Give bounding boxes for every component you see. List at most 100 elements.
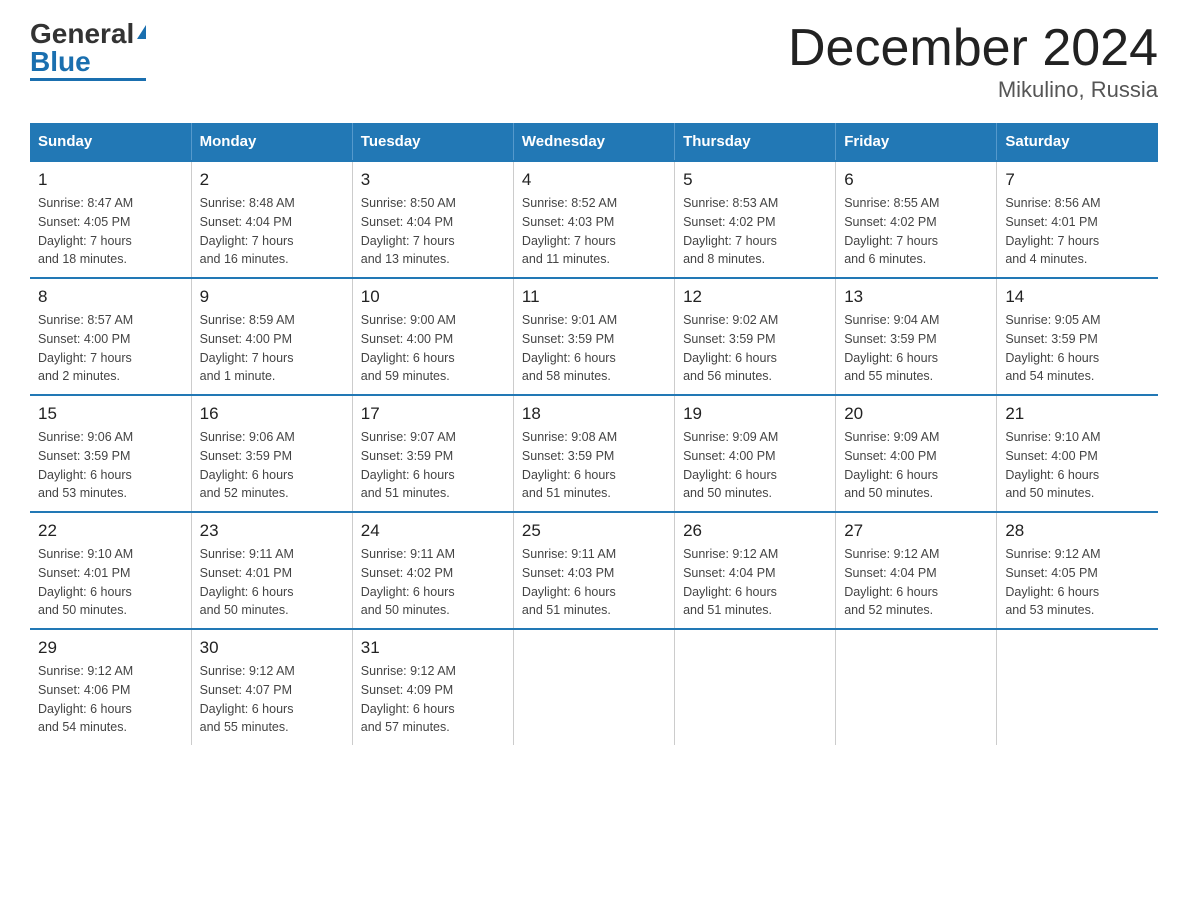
day-number: 27 bbox=[844, 521, 988, 541]
calendar-cell bbox=[997, 629, 1158, 745]
day-info: Sunrise: 9:11 AM Sunset: 4:01 PM Dayligh… bbox=[200, 545, 344, 620]
day-info: Sunrise: 9:10 AM Sunset: 4:00 PM Dayligh… bbox=[1005, 428, 1150, 503]
day-info: Sunrise: 9:06 AM Sunset: 3:59 PM Dayligh… bbox=[38, 428, 183, 503]
day-number: 22 bbox=[38, 521, 183, 541]
calendar-cell: 4Sunrise: 8:52 AM Sunset: 4:03 PM Daylig… bbox=[513, 161, 674, 278]
day-info: Sunrise: 8:56 AM Sunset: 4:01 PM Dayligh… bbox=[1005, 194, 1150, 269]
day-number: 29 bbox=[38, 638, 183, 658]
calendar-cell: 11 Sunrise: 9:01 AM Sunset: 3:59 PM Dayli… bbox=[513, 278, 674, 395]
weekday-header-thursday: Thursday bbox=[675, 123, 836, 161]
calendar-cell: 14 Sunrise: 9:05 AM Sunset: 3:59 PM Dayli… bbox=[997, 278, 1158, 395]
calendar-cell: 13 Sunrise: 9:04 AM Sunset: 3:59 PM Dayli… bbox=[836, 278, 997, 395]
calendar-cell bbox=[675, 629, 836, 745]
title-block: December 2024 Mikulino, Russia bbox=[788, 20, 1158, 103]
day-number: 19 bbox=[683, 404, 827, 424]
calendar-cell: 21 Sunrise: 9:10 AM Sunset: 4:00 PM Dayli… bbox=[997, 395, 1158, 512]
calendar-cell: 25 Sunrise: 9:11 AM Sunset: 4:03 PM Dayli… bbox=[513, 512, 674, 629]
day-number: 4 bbox=[522, 170, 666, 190]
day-number: 14 bbox=[1005, 287, 1150, 307]
day-number: 12 bbox=[683, 287, 827, 307]
logo-underline bbox=[30, 78, 146, 81]
day-number: 28 bbox=[1005, 521, 1150, 541]
calendar-cell: 1 Sunrise: 8:47 AM Sunset: 4:05 PM Daylig… bbox=[30, 161, 191, 278]
calendar-location: Mikulino, Russia bbox=[788, 77, 1158, 103]
calendar-cell: 29 Sunrise: 9:12 AM Sunset: 4:06 PM Dayli… bbox=[30, 629, 191, 745]
weekday-header-tuesday: Tuesday bbox=[352, 123, 513, 161]
day-info: Sunrise: 9:07 AM Sunset: 3:59 PM Dayligh… bbox=[361, 428, 505, 503]
weekday-header-friday: Friday bbox=[836, 123, 997, 161]
calendar-cell: 23 Sunrise: 9:11 AM Sunset: 4:01 PM Dayli… bbox=[191, 512, 352, 629]
day-number: 13 bbox=[844, 287, 988, 307]
day-number: 25 bbox=[522, 521, 666, 541]
day-number: 2 bbox=[200, 170, 344, 190]
day-number: 15 bbox=[38, 404, 183, 424]
day-info: Sunrise: 9:01 AM Sunset: 3:59 PM Dayligh… bbox=[522, 311, 666, 386]
day-info: Sunrise: 9:02 AM Sunset: 3:59 PM Dayligh… bbox=[683, 311, 827, 386]
calendar-cell bbox=[836, 629, 997, 745]
day-info: Sunrise: 8:47 AM Sunset: 4:05 PM Dayligh… bbox=[38, 194, 183, 269]
calendar-cell: 7 Sunrise: 8:56 AM Sunset: 4:01 PM Daylig… bbox=[997, 161, 1158, 278]
day-number: 6 bbox=[844, 170, 988, 190]
calendar-week-row: 15 Sunrise: 9:06 AM Sunset: 3:59 PM Dayli… bbox=[30, 395, 1158, 512]
calendar-week-row: 29 Sunrise: 9:12 AM Sunset: 4:06 PM Dayli… bbox=[30, 629, 1158, 745]
day-info: Sunrise: 9:10 AM Sunset: 4:01 PM Dayligh… bbox=[38, 545, 183, 620]
day-number: 30 bbox=[200, 638, 344, 658]
day-number: 31 bbox=[361, 638, 505, 658]
day-info: Sunrise: 8:50 AM Sunset: 4:04 PM Dayligh… bbox=[361, 194, 505, 269]
calendar-week-row: 1 Sunrise: 8:47 AM Sunset: 4:05 PM Daylig… bbox=[30, 161, 1158, 278]
day-number: 17 bbox=[361, 404, 505, 424]
day-number: 7 bbox=[1005, 170, 1150, 190]
calendar-cell: 22 Sunrise: 9:10 AM Sunset: 4:01 PM Dayli… bbox=[30, 512, 191, 629]
calendar-cell: 6 Sunrise: 8:55 AM Sunset: 4:02 PM Daylig… bbox=[836, 161, 997, 278]
calendar-cell: 19 Sunrise: 9:09 AM Sunset: 4:00 PM Dayli… bbox=[675, 395, 836, 512]
calendar-cell: 18Sunrise: 9:08 AM Sunset: 3:59 PM Dayli… bbox=[513, 395, 674, 512]
calendar-cell: 8Sunrise: 8:57 AM Sunset: 4:00 PM Daylig… bbox=[30, 278, 191, 395]
calendar-cell: 10Sunrise: 9:00 AM Sunset: 4:00 PM Dayli… bbox=[352, 278, 513, 395]
weekday-header-wednesday: Wednesday bbox=[513, 123, 674, 161]
day-info: Sunrise: 9:12 AM Sunset: 4:06 PM Dayligh… bbox=[38, 662, 183, 737]
day-number: 18 bbox=[522, 404, 666, 424]
day-number: 26 bbox=[683, 521, 827, 541]
weekday-header-sunday: Sunday bbox=[30, 123, 191, 161]
day-number: 20 bbox=[844, 404, 988, 424]
calendar-cell: 12 Sunrise: 9:02 AM Sunset: 3:59 PM Dayli… bbox=[675, 278, 836, 395]
calendar-cell: 26Sunrise: 9:12 AM Sunset: 4:04 PM Dayli… bbox=[675, 512, 836, 629]
day-info: Sunrise: 8:59 AM Sunset: 4:00 PM Dayligh… bbox=[200, 311, 344, 386]
day-info: Sunrise: 8:53 AM Sunset: 4:02 PM Dayligh… bbox=[683, 194, 827, 269]
calendar-cell: 5Sunrise: 8:53 AM Sunset: 4:02 PM Daylig… bbox=[675, 161, 836, 278]
calendar-cell: 2 Sunrise: 8:48 AM Sunset: 4:04 PM Daylig… bbox=[191, 161, 352, 278]
calendar-cell: 17 Sunrise: 9:07 AM Sunset: 3:59 PM Dayli… bbox=[352, 395, 513, 512]
day-number: 23 bbox=[200, 521, 344, 541]
calendar-cell: 16Sunrise: 9:06 AM Sunset: 3:59 PM Dayli… bbox=[191, 395, 352, 512]
day-info: Sunrise: 9:09 AM Sunset: 4:00 PM Dayligh… bbox=[683, 428, 827, 503]
day-number: 16 bbox=[200, 404, 344, 424]
day-number: 24 bbox=[361, 521, 505, 541]
calendar-cell: 3 Sunrise: 8:50 AM Sunset: 4:04 PM Daylig… bbox=[352, 161, 513, 278]
day-number: 21 bbox=[1005, 404, 1150, 424]
day-info: Sunrise: 9:12 AM Sunset: 4:07 PM Dayligh… bbox=[200, 662, 344, 737]
day-info: Sunrise: 8:48 AM Sunset: 4:04 PM Dayligh… bbox=[200, 194, 344, 269]
calendar-cell bbox=[513, 629, 674, 745]
day-info: Sunrise: 9:04 AM Sunset: 3:59 PM Dayligh… bbox=[844, 311, 988, 386]
day-info: Sunrise: 9:12 AM Sunset: 4:09 PM Dayligh… bbox=[361, 662, 505, 737]
calendar-cell: 31 Sunrise: 9:12 AM Sunset: 4:09 PM Dayli… bbox=[352, 629, 513, 745]
day-info: Sunrise: 9:11 AM Sunset: 4:02 PM Dayligh… bbox=[361, 545, 505, 620]
day-number: 8 bbox=[38, 287, 183, 307]
day-info: Sunrise: 9:09 AM Sunset: 4:00 PM Dayligh… bbox=[844, 428, 988, 503]
day-info: Sunrise: 8:55 AM Sunset: 4:02 PM Dayligh… bbox=[844, 194, 988, 269]
calendar-table: SundayMondayTuesdayWednesdayThursdayFrid… bbox=[30, 123, 1158, 745]
day-number: 11 bbox=[522, 287, 666, 307]
page-header: General Blue December 2024 Mikulino, Rus… bbox=[30, 20, 1158, 103]
calendar-week-row: 22 Sunrise: 9:10 AM Sunset: 4:01 PM Dayli… bbox=[30, 512, 1158, 629]
logo-general-text: General bbox=[30, 20, 134, 48]
calendar-cell: 9Sunrise: 8:59 AM Sunset: 4:00 PM Daylig… bbox=[191, 278, 352, 395]
day-number: 3 bbox=[361, 170, 505, 190]
day-number: 1 bbox=[38, 170, 183, 190]
calendar-week-row: 8Sunrise: 8:57 AM Sunset: 4:00 PM Daylig… bbox=[30, 278, 1158, 395]
logo: General Blue bbox=[30, 20, 146, 81]
day-info: Sunrise: 9:11 AM Sunset: 4:03 PM Dayligh… bbox=[522, 545, 666, 620]
day-info: Sunrise: 9:05 AM Sunset: 3:59 PM Dayligh… bbox=[1005, 311, 1150, 386]
day-info: Sunrise: 9:12 AM Sunset: 4:05 PM Dayligh… bbox=[1005, 545, 1150, 620]
logo-blue-text: Blue bbox=[30, 48, 91, 76]
day-info: Sunrise: 9:12 AM Sunset: 4:04 PM Dayligh… bbox=[844, 545, 988, 620]
